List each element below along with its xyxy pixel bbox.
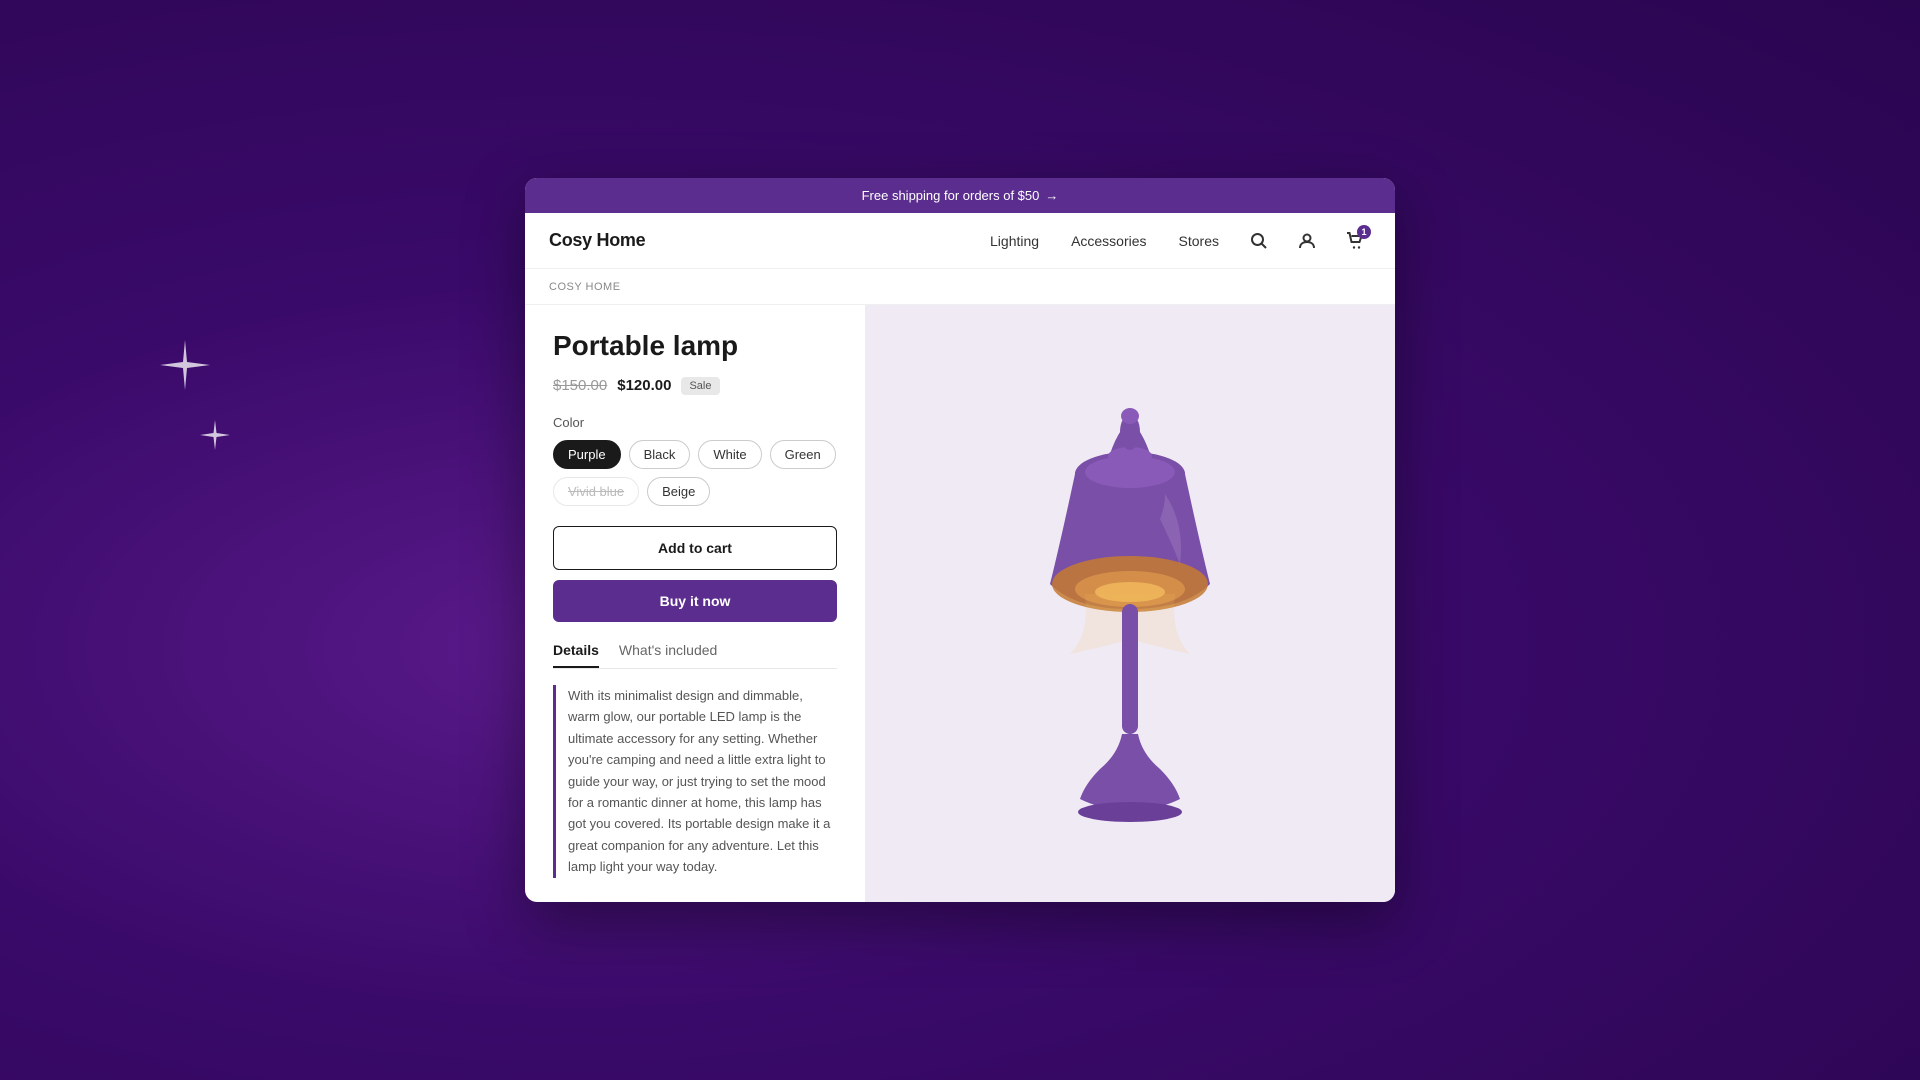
description-text: With its minimalist design and dimmable,…: [568, 685, 837, 878]
tabs: Details What's included: [553, 642, 837, 669]
price-sale: $120.00: [617, 377, 671, 394]
tab-whats-included[interactable]: What's included: [619, 642, 717, 668]
product-image: [970, 364, 1290, 844]
nav-lighting[interactable]: Lighting: [990, 233, 1039, 249]
nav-accessories[interactable]: Accessories: [1071, 233, 1146, 249]
promo-text: Free shipping for orders of $50: [862, 188, 1040, 203]
color-black[interactable]: Black: [629, 440, 691, 469]
color-green[interactable]: Green: [770, 440, 836, 469]
sparkle-decoration-2: [200, 420, 230, 450]
cart-badge: 1: [1357, 225, 1371, 239]
promo-arrow: →: [1045, 188, 1058, 203]
color-white[interactable]: White: [698, 440, 761, 469]
color-options: Purple Black White Green Vivid blue Beig…: [553, 440, 837, 506]
promo-banner[interactable]: Free shipping for orders of $50 →: [525, 178, 1395, 213]
color-beige[interactable]: Beige: [647, 477, 710, 506]
nav-icons: 1: [1243, 225, 1371, 257]
account-button[interactable]: [1291, 225, 1323, 257]
buy-now-button[interactable]: Buy it now: [553, 580, 837, 622]
main-window: Free shipping for orders of $50 → Cosy H…: [525, 178, 1395, 902]
cart-button[interactable]: 1: [1339, 225, 1371, 257]
color-vivid-blue[interactable]: Vivid blue: [553, 477, 639, 506]
sale-badge: Sale: [681, 377, 719, 395]
tab-details[interactable]: Details: [553, 642, 599, 668]
search-button[interactable]: [1243, 225, 1275, 257]
price-row: $150.00 $120.00 Sale: [553, 377, 837, 395]
product-image-panel: [865, 305, 1395, 902]
breadcrumb: COSY HOME: [549, 281, 621, 293]
search-icon: [1250, 232, 1268, 250]
logo[interactable]: Cosy Home: [549, 230, 645, 251]
navbar: Cosy Home Lighting Accessories Stores 1: [525, 213, 1395, 269]
product-info: Portable lamp $150.00 $120.00 Sale Color…: [525, 305, 865, 902]
product-title: Portable lamp: [553, 329, 837, 363]
product-area: Portable lamp $150.00 $120.00 Sale Color…: [525, 305, 1395, 902]
color-label: Color: [553, 415, 837, 430]
breadcrumb-bar: COSY HOME: [525, 269, 1395, 305]
sparkle-decoration-1: [160, 340, 210, 390]
nav-links: Lighting Accessories Stores: [990, 233, 1219, 249]
user-icon: [1298, 232, 1316, 250]
add-to-cart-button[interactable]: Add to cart: [553, 526, 837, 570]
color-purple[interactable]: Purple: [553, 440, 621, 469]
nav-stores[interactable]: Stores: [1179, 233, 1219, 249]
description-block: With its minimalist design and dimmable,…: [553, 685, 837, 878]
price-original: $150.00: [553, 377, 607, 394]
